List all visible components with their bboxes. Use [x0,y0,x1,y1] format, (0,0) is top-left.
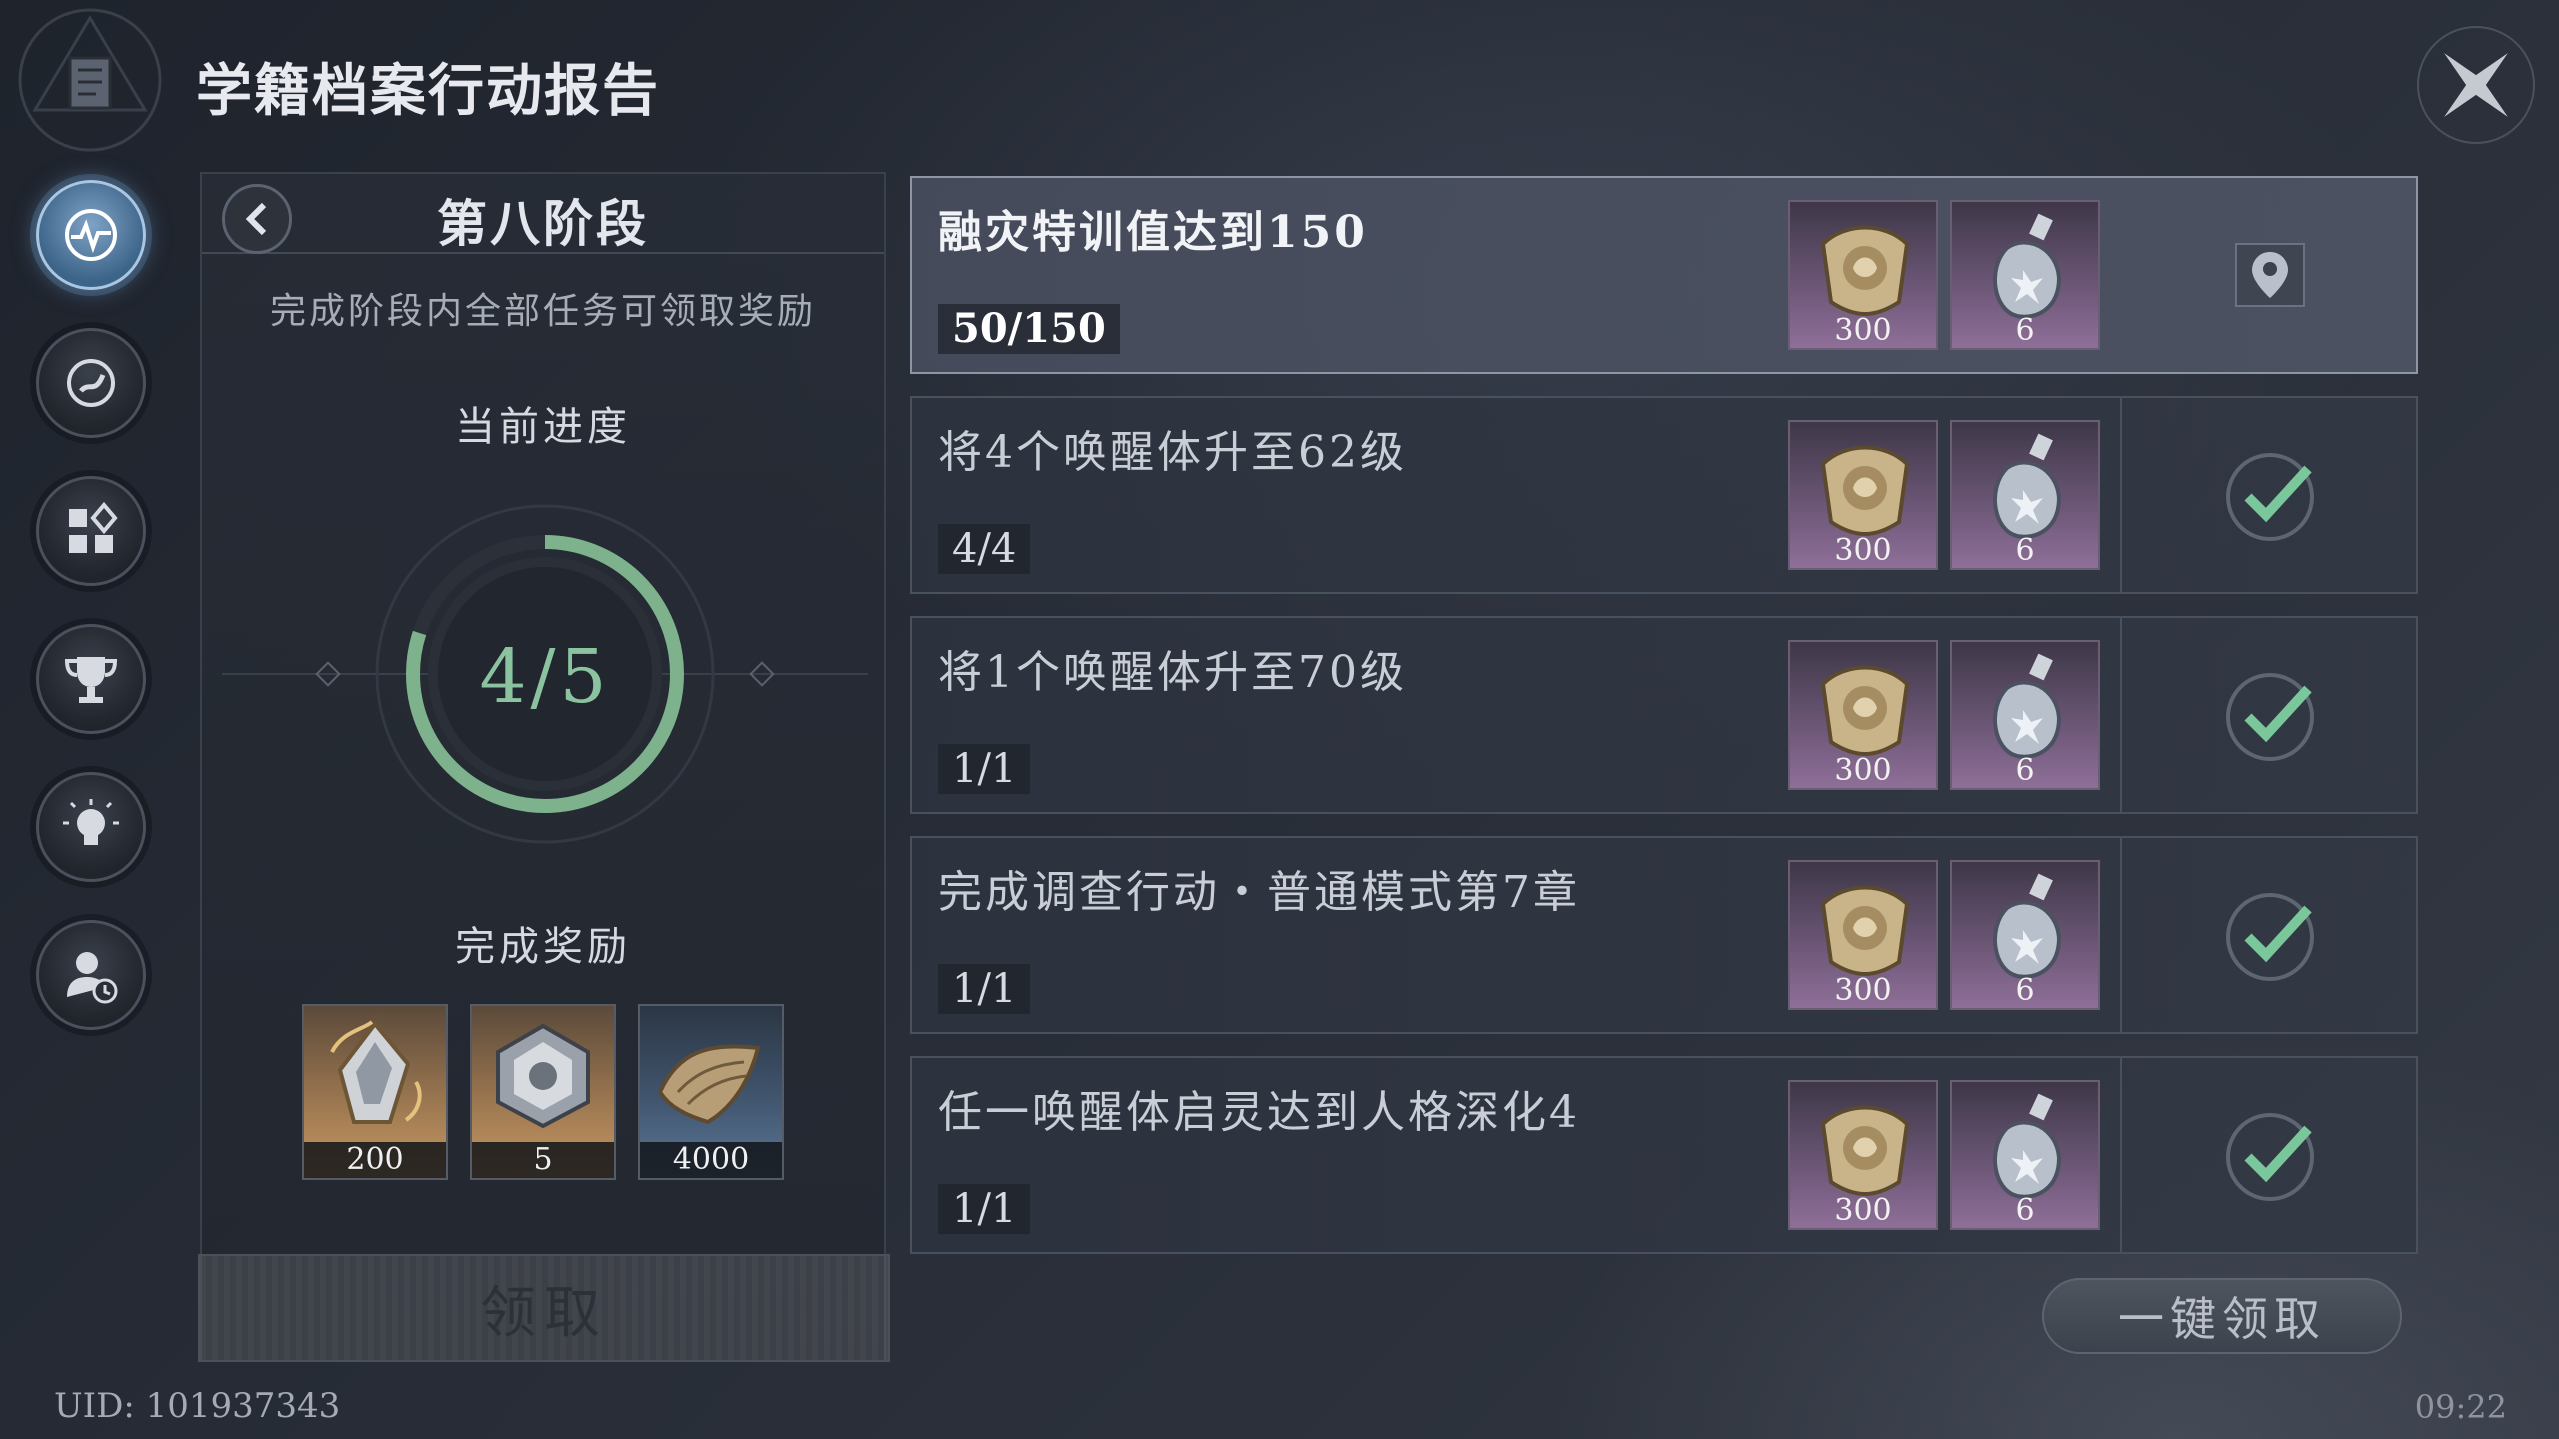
nav-profile-history[interactable] [36,920,146,1030]
task-name: 融灾特训值达到150 [938,207,1368,258]
claim-button[interactable]: 领取 [198,1254,890,1362]
nav-activity[interactable] [36,180,146,290]
rose-emblem-icon [1820,445,1910,536]
task-reward-qty: 300 [1834,313,1892,348]
task-reward-qty: 6 [2015,533,2035,568]
close-icon [2417,26,2535,144]
clock-time: 09:22 [2414,1388,2507,1426]
task-reward-item[interactable]: 6 [1950,640,2100,790]
potion-bottle-icon [1992,213,2062,319]
task-action [2122,838,2418,1032]
stage-reward-qty: 200 [304,1142,446,1178]
task-reward-item[interactable]: 6 [1950,420,2100,570]
task-row[interactable]: 融灾特训值达到150 50/150 300 6 [910,176,2418,374]
stage-reward-item[interactable]: 200 [302,1004,448,1180]
check-icon [2226,673,2314,761]
progress-value: 4/5 [479,634,611,720]
rose-emblem-icon [1820,225,1910,316]
stage-description: 完成阶段内全部任务可领取奖励 [269,291,816,332]
task-reward-qty: 300 [1834,533,1892,568]
user-id: UID: 101937343 [54,1386,341,1426]
task-reward-item[interactable]: 300 [1788,860,1938,1010]
grid-apps-icon [69,501,118,553]
rose-emblem-icon [1820,885,1910,976]
task-progress: 1/1 [938,744,1031,794]
task-reward-qty: 300 [1834,1193,1892,1228]
crystal-shard-icon [330,1020,422,1124]
potion-bottle-icon [1992,653,2062,759]
task-reward-item[interactable]: 6 [1950,860,2100,1010]
rose-emblem-icon [1820,665,1910,756]
progress-label: 当前进度 [455,404,631,450]
task-reward-qty: 6 [2015,753,2035,788]
archive-emblem [0,0,180,180]
task-reward-item[interactable]: 300 [1788,1080,1938,1230]
task-reward-qty: 300 [1834,753,1892,788]
task-action [2122,398,2418,592]
user-clock-icon [67,952,118,1004]
nav-cycle[interactable] [36,328,146,438]
task-list: 融灾特训值达到150 50/150 300 6 将4个唤醒体升至62级 4/4 … [910,176,2418,1254]
task-reward-item[interactable]: 300 [1788,640,1938,790]
silver-cube-icon [496,1023,590,1129]
task-reward-qty: 6 [2015,1193,2035,1228]
task-row[interactable]: 任一唤醒体启灵达到人格深化4 1/1 300 6 [910,1056,2418,1254]
locate-button[interactable] [2235,243,2305,307]
task-reward-item[interactable]: 6 [1950,200,2100,350]
stage-title: 第八阶段 [437,194,649,253]
stage-reward-item[interactable]: 5 [470,1004,616,1180]
task-progress: 1/1 [938,964,1031,1014]
task-reward-item[interactable]: 300 [1788,200,1938,350]
refresh-swirl-icon [67,359,115,407]
check-icon [2226,1113,2314,1201]
task-name: 将4个唤醒体升至62级 [938,427,1407,478]
task-reward-qty: 6 [2015,973,2035,1008]
book-pile-icon [657,1044,761,1125]
page-title: 学籍档案行动报告 [196,58,660,124]
task-reward-item[interactable]: 300 [1788,420,1938,570]
map-pin-icon [2252,252,2288,298]
task-reward-qty: 300 [1834,973,1892,1008]
task-name: 将1个唤醒体升至70级 [938,647,1407,698]
task-name: 任一唤醒体启灵达到人格深化4 [938,1087,1580,1138]
pulse-icon [65,209,117,261]
potion-bottle-icon [1992,873,2062,979]
task-row[interactable]: 完成调查行动・普通模式第7章 1/1 300 6 [910,836,2418,1034]
stage-rewards: 200 5 4000 [302,1004,784,1180]
task-reward-item[interactable]: 6 [1950,1080,2100,1230]
nav-modules[interactable] [36,476,146,586]
task-action [2122,1058,2418,1252]
claim-all-button[interactable]: 一键领取 [2042,1278,2402,1354]
potion-bottle-icon [1992,1093,2062,1199]
task-progress: 1/1 [938,1184,1031,1234]
nav-tips[interactable] [36,772,146,882]
check-icon [2226,453,2314,541]
task-name: 完成调查行动・普通模式第7章 [938,867,1580,918]
task-progress: 4/4 [938,524,1031,574]
close-button[interactable] [2401,10,2551,160]
reward-label: 完成奖励 [455,924,631,970]
stage-reward-qty: 4000 [640,1142,782,1178]
rose-emblem-icon [1820,1105,1910,1196]
potion-bottle-icon [1992,433,2062,539]
nav-achievements[interactable] [36,624,146,734]
task-action [2122,178,2418,372]
task-row[interactable]: 将4个唤醒体升至62级 4/4 300 6 [910,396,2418,594]
trophy-icon [64,657,118,703]
task-row[interactable]: 将1个唤醒体升至70级 1/1 300 6 [910,616,2418,814]
task-action [2122,618,2418,812]
progress-ring: 4/5 [202,474,888,914]
stage-panel: 第八阶段 完成阶段内全部任务可领取奖励 当前进度 4/5 完成奖励 200 5 … [198,172,890,1362]
stage-header: 第八阶段 [202,174,884,254]
stage-reward-item[interactable]: 4000 [638,1004,784,1180]
check-icon [2226,893,2314,981]
task-progress: 50/150 [938,304,1120,354]
lightbulb-icon [63,799,119,845]
sidebar-nav [28,180,154,1030]
task-reward-qty: 6 [2015,313,2035,348]
stage-reward-qty: 5 [472,1142,614,1178]
